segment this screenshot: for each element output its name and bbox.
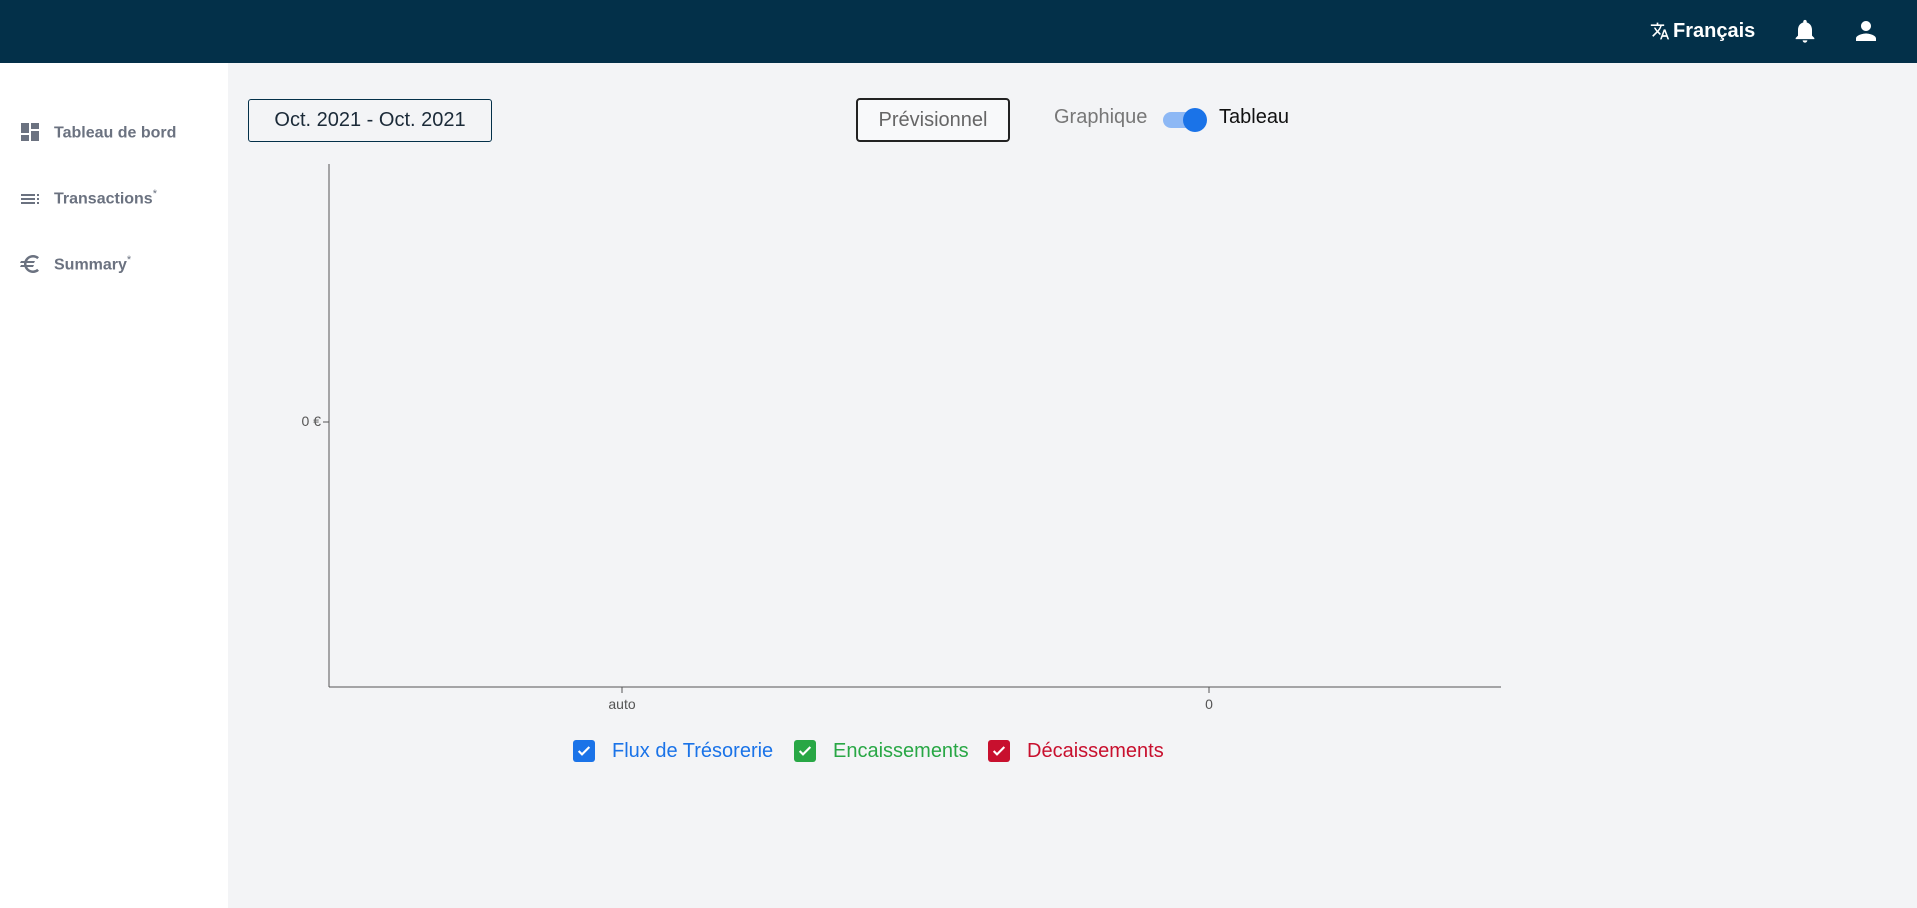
sidebar-item-label: Transactions* xyxy=(54,187,157,208)
euro-icon xyxy=(20,255,39,273)
checkbox-encaissements[interactable] xyxy=(794,740,816,762)
chart-svg: auto 0 0 € xyxy=(302,164,1501,712)
graph-view-label: Graphique xyxy=(1054,106,1148,128)
list-icon xyxy=(21,194,39,204)
top-bar: Français xyxy=(0,0,1917,63)
sidebar-item-summary[interactable]: Summary* xyxy=(18,249,131,279)
legend-flux-tresorerie[interactable]: Flux de Trésorerie xyxy=(573,739,773,763)
view-toggle-switch[interactable] xyxy=(1161,108,1209,132)
table-view-label: Tableau xyxy=(1219,106,1290,128)
sidebar-item-label: Tableau de bord xyxy=(54,124,177,142)
checkbox-decaissements[interactable] xyxy=(988,740,1010,762)
date-range-button[interactable]: Oct. 2021 - Oct. 2021 xyxy=(248,99,492,142)
checkbox-flux-tresorerie[interactable] xyxy=(573,740,595,762)
forecast-button[interactable]: Prévisionnel xyxy=(856,98,1010,142)
x-tick-label: 0 xyxy=(1205,696,1213,712)
check-icon xyxy=(577,746,591,756)
dashboard-icon xyxy=(21,123,39,141)
translate-icon xyxy=(1650,22,1670,40)
sidebar-item-transactions[interactable]: Transactions* xyxy=(18,183,157,213)
y-tick-label: 0 € xyxy=(302,413,322,429)
language-selector[interactable]: Français xyxy=(1650,16,1755,46)
sidebar: Tableau de bord Transactions* Summary* xyxy=(0,63,228,908)
sidebar-item-label: Summary* xyxy=(54,253,132,274)
switch-knob xyxy=(1183,108,1207,132)
check-icon xyxy=(798,746,812,756)
legend-label: Décaissements xyxy=(1027,739,1164,762)
legend-label: Flux de Trésorerie xyxy=(612,739,774,762)
cashflow-chart: auto 0 0 € xyxy=(280,160,1510,720)
sidebar-item-tableau-de-bord[interactable]: Tableau de bord xyxy=(18,117,176,147)
axis-ticks: auto 0 0 € xyxy=(302,413,1214,712)
language-label: Français xyxy=(1673,19,1756,42)
legend-decaissements[interactable]: Décaissements xyxy=(988,739,1164,763)
bell-icon[interactable] xyxy=(1791,16,1819,46)
check-icon xyxy=(992,746,1006,756)
legend-label: Encaissements xyxy=(833,739,969,762)
user-icon[interactable] xyxy=(1851,16,1881,46)
x-tick-label: auto xyxy=(608,696,635,712)
legend-encaissements[interactable]: Encaissements xyxy=(794,739,969,763)
